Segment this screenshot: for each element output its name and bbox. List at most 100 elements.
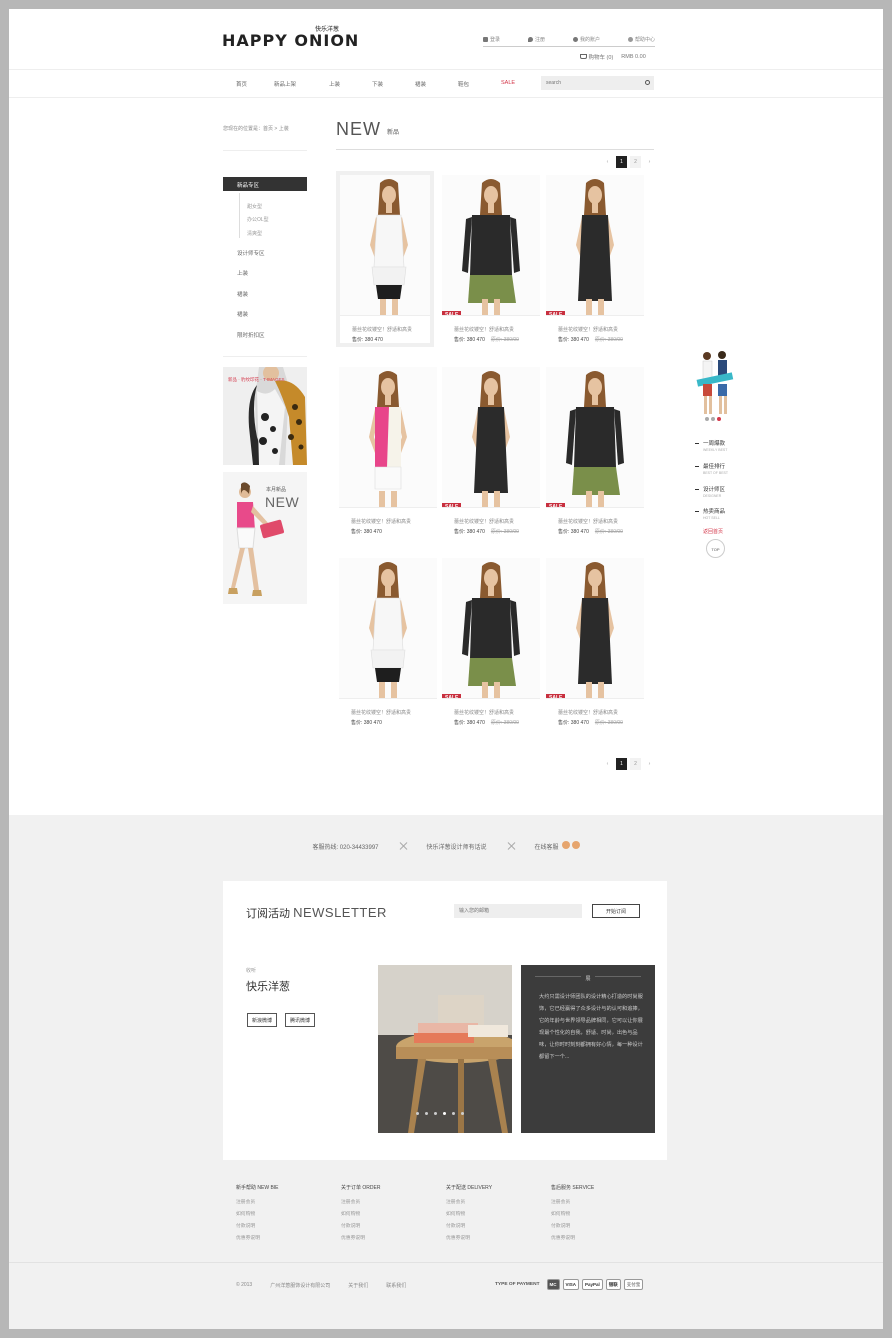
nav-bottoms[interactable]: 下装: [372, 80, 383, 88]
product-name[interactable]: 蕾丝花纹镂空！舒适和高贵: [546, 518, 644, 525]
newsletter-email-input[interactable]: [454, 904, 582, 918]
footer-link[interactable]: 付款说明: [236, 1222, 341, 1229]
footer-link[interactable]: 注册会员: [551, 1198, 656, 1205]
weibo-sina-button[interactable]: 新浪微博: [247, 1013, 278, 1027]
sidebar-active-category[interactable]: 新品专区: [223, 177, 307, 191]
carousel-dot[interactable]: [434, 1112, 437, 1115]
product-photo[interactable]: [340, 175, 430, 315]
product-card[interactable]: SALE 蕾丝花纹镂空！舒适和高贵 售价: 380 470 原价: 380/00: [546, 558, 644, 726]
newsletter-photo[interactable]: [378, 965, 512, 1133]
logo[interactable]: HAPPY ONION: [222, 31, 359, 50]
carousel-dot[interactable]: [452, 1112, 455, 1115]
product-photo[interactable]: SALE: [442, 558, 540, 698]
page-2-button[interactable]: 2: [630, 156, 641, 168]
footer-link[interactable]: 注册会员: [341, 1198, 446, 1205]
product-name[interactable]: 蕾丝花纹镂空！舒适和高贵: [546, 326, 644, 333]
product-photo[interactable]: SALE: [546, 367, 644, 507]
nav-dresses[interactable]: 裙装: [415, 80, 426, 88]
product-photo[interactable]: SALE: [546, 558, 644, 698]
prev-page-button[interactable]: ‹: [602, 156, 613, 168]
login-link[interactable]: 登录: [483, 36, 500, 43]
carousel-dot[interactable]: [425, 1112, 428, 1115]
float-item-weekly[interactable]: 一周爆款 WEEKLY BEST: [695, 439, 727, 452]
nav-home[interactable]: 首页: [236, 80, 247, 88]
footer-link[interactable]: 优惠券说明: [236, 1234, 341, 1241]
page-1-button[interactable]: 1: [616, 156, 627, 168]
product-card[interactable]: 蕾丝花纹镂空！舒适和高贵 售价: 380 470: [339, 367, 437, 535]
product-photo[interactable]: [339, 367, 437, 507]
designer-talk-link[interactable]: 快乐洋葱设计师有话说: [427, 842, 487, 851]
float-item-hot[interactable]: 热卖商品 HOT SELL: [695, 507, 725, 520]
search-input[interactable]: [541, 76, 636, 90]
cart[interactable]: 购物车 (0) RMB 0.00: [580, 53, 646, 61]
promo-banner-leopard[interactable]: 新品 · 豹纹印花 · T-IMAGES: [223, 367, 307, 465]
product-name[interactable]: 蕾丝花纹镂空！舒适和高贵: [442, 326, 540, 333]
footer-link[interactable]: 优惠券说明: [341, 1234, 446, 1241]
footer-link[interactable]: 优惠券说明: [446, 1234, 551, 1241]
chat-icon[interactable]: [571, 841, 580, 849]
nav-sale[interactable]: SALE: [501, 80, 515, 86]
sidebar-item-discount[interactable]: 限时折扣区: [237, 331, 265, 339]
footer-link[interactable]: 如何购物: [551, 1210, 656, 1217]
footer-link[interactable]: 付款说明: [341, 1222, 446, 1229]
page-1-button[interactable]: 1: [616, 758, 627, 770]
footer-link[interactable]: 付款说明: [446, 1222, 551, 1229]
sidebar-item-designer[interactable]: 设计师专区: [237, 249, 265, 257]
carousel-dot[interactable]: [711, 417, 715, 421]
subscribe-button[interactable]: 开始订阅: [592, 904, 640, 918]
footer-link[interactable]: 注册会员: [446, 1198, 551, 1205]
page-2-button[interactable]: 2: [630, 758, 641, 770]
back-to-top-button[interactable]: TOP: [706, 539, 725, 558]
weibo-tencent-button[interactable]: 腾讯微博: [285, 1013, 316, 1027]
next-page-button[interactable]: ›: [644, 156, 655, 168]
footer-link[interactable]: 注册会员: [236, 1198, 341, 1205]
product-card[interactable]: SALE 蕾丝花纹镂空！舒适和高贵 售价: 380 470 原价: 380/00: [546, 175, 644, 343]
next-page-button[interactable]: ›: [644, 758, 655, 770]
help-link[interactable]: 帮助中心: [627, 36, 655, 43]
online-service-link[interactable]: 在线客服: [535, 841, 580, 851]
footer-link[interactable]: 优惠券说明: [551, 1234, 656, 1241]
carousel-dot[interactable]: [443, 1112, 446, 1115]
sidebar-item-dresses[interactable]: 裙装: [237, 290, 248, 298]
register-link[interactable]: 注册: [527, 36, 545, 43]
product-name[interactable]: 蕾丝花纹镂空！舒适和高贵: [340, 326, 430, 333]
nav-new[interactable]: 新品上架: [274, 80, 296, 88]
product-photo[interactable]: SALE: [442, 175, 540, 315]
carousel-dot[interactable]: [461, 1112, 464, 1115]
float-item-best[interactable]: 最佳排行 BEST OF BEST: [695, 462, 728, 475]
about-link[interactable]: 关于我们: [348, 1282, 368, 1289]
product-card[interactable]: SALE 蕾丝花纹镂空！舒适和高贵 售价: 380 470 原价: 380/00: [442, 558, 540, 726]
float-item-designer[interactable]: 设计师区 DESIGNER: [695, 485, 725, 498]
product-card[interactable]: SALE 蕾丝花纹镂空！舒适和高贵 售价: 380 470 原价: 380/00: [442, 175, 540, 343]
product-name[interactable]: 蕾丝花纹镂空！舒适和高贵: [339, 709, 437, 716]
footer-link[interactable]: 付款说明: [551, 1222, 656, 1229]
product-name[interactable]: 蕾丝花纹镂空！舒适和高贵: [442, 709, 540, 716]
sidebar-sub-item[interactable]: 清爽型: [247, 230, 262, 237]
carousel-dot[interactable]: [416, 1112, 419, 1115]
nav-tops[interactable]: 上装: [329, 80, 340, 88]
contact-link[interactable]: 联系我们: [386, 1282, 406, 1289]
carousel-dot[interactable]: [717, 417, 721, 421]
nav-shoes-bags[interactable]: 鞋包: [458, 80, 469, 88]
sidebar-item-dresses-2[interactable]: 裙装: [237, 310, 248, 318]
sidebar-sub-item[interactable]: 办公OL型: [247, 216, 269, 223]
footer-link[interactable]: 如何购物: [446, 1210, 551, 1217]
back-home-link[interactable]: 返回首页: [703, 528, 723, 535]
search-icon[interactable]: [645, 80, 650, 85]
sidebar-sub-item[interactable]: 甜女型: [247, 203, 262, 210]
footer-link[interactable]: 如何购物: [341, 1210, 446, 1217]
product-card[interactable]: SALE 蕾丝花纹镂空！舒适和高贵 售价: 380 470 原价: 380/00: [546, 367, 644, 535]
product-card[interactable]: SALE 蕾丝花纹镂空！舒适和高贵 售价: 380 470 原价: 380/00: [442, 367, 540, 535]
product-name[interactable]: 蕾丝花纹镂空！舒适和高贵: [339, 518, 437, 525]
footer-link[interactable]: 如何购物: [236, 1210, 341, 1217]
account-link[interactable]: 我的账户: [572, 36, 600, 43]
product-photo[interactable]: SALE: [442, 367, 540, 507]
prev-page-button[interactable]: ‹: [602, 758, 613, 770]
product-card[interactable]: 蕾丝花纹镂空！舒适和高贵 售价: 380 470: [339, 558, 437, 726]
sidebar-item-tops[interactable]: 上装: [237, 269, 248, 277]
product-photo[interactable]: [339, 558, 437, 698]
carousel-dot[interactable]: [705, 417, 709, 421]
product-card[interactable]: 蕾丝花纹镂空！舒适和高贵 售价: 380 470: [336, 171, 434, 347]
promo-banner-new[interactable]: 本月新品 NEW: [223, 472, 307, 604]
product-name[interactable]: 蕾丝花纹镂空！舒适和高贵: [546, 709, 644, 716]
